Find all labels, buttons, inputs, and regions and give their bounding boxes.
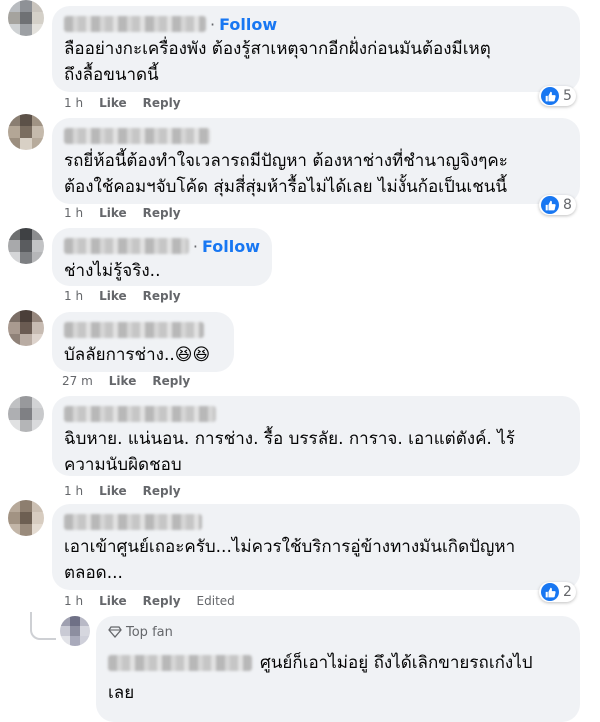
timestamp[interactable]: 1 h — [64, 96, 83, 110]
reaction-count[interactable]: 8 — [539, 195, 576, 215]
commenter-name[interactable] — [64, 128, 210, 144]
comment-bubble: รถยี่ห้อนี้ต้องทำใจเวลารถมีปัญหา ต้องหาช… — [52, 118, 580, 204]
avatar[interactable] — [8, 114, 44, 150]
commenter-name[interactable] — [64, 238, 189, 254]
thumbs-up-icon — [541, 583, 559, 601]
timestamp[interactable]: 27 m — [62, 374, 93, 388]
like-button[interactable]: Like — [99, 206, 127, 220]
reply-button[interactable]: Reply — [143, 206, 181, 220]
avatar[interactable] — [8, 396, 44, 432]
comment-meta: 27 m Like Reply — [62, 374, 190, 388]
top-fan-badge: Top fan — [108, 622, 568, 642]
timestamp[interactable]: 1 h — [64, 484, 83, 498]
comment-text: บัลลัยการช่าง..😆😆 — [64, 345, 211, 365]
replier-name[interactable] — [108, 655, 252, 671]
reply-button[interactable]: Reply — [152, 374, 190, 388]
comment-meta: 1 h Like Reply — [64, 96, 181, 110]
comment-text: ฉิบหาย. แน่นอน. การช่าง. รื้อ บรรลัย. กา… — [64, 429, 515, 475]
timestamp[interactable]: 1 h — [64, 594, 83, 608]
commenter-name[interactable] — [64, 406, 216, 422]
comment-bubble: · Follow ช่างไม่รู้จริง.. — [52, 228, 272, 286]
avatar[interactable] — [8, 500, 44, 536]
commenter-name[interactable] — [64, 16, 206, 32]
like-button[interactable]: Like — [109, 374, 137, 388]
reply-text: ศูนย์ก็เอาไม่อยู่ ถึงได้เลิกขายรถเก๋งไป … — [108, 653, 533, 703]
edited-label: Edited — [196, 594, 235, 608]
thumbs-up-icon — [541, 87, 559, 105]
comment-meta: 1 h Like Reply — [64, 289, 181, 303]
comment-bubble: · Follow ลืออย่างกะเครื่องพัง ต้องรู้สาเ… — [52, 6, 580, 92]
avatar[interactable] — [8, 0, 44, 36]
thread-line — [30, 612, 56, 640]
thumbs-up-icon — [541, 196, 559, 214]
reaction-count[interactable]: 5 — [539, 86, 576, 106]
comment-meta: 1 h Like Reply — [64, 206, 181, 220]
comment-bubble: เอาเข้าศูนย์เถอะครับ...ไม่ควรใช้บริการอู… — [52, 504, 580, 590]
avatar[interactable] — [8, 310, 44, 346]
like-button[interactable]: Like — [99, 289, 127, 303]
reply-button[interactable]: Reply — [143, 289, 181, 303]
like-button[interactable]: Like — [99, 96, 127, 110]
comment-meta: 1 h Like Reply — [64, 484, 181, 498]
avatar[interactable] — [8, 228, 44, 264]
reply-bubble: Top fan ศูนย์ก็เอาไม่อยู่ ถึงได้เลิกขายร… — [96, 616, 580, 722]
like-button[interactable]: Like — [99, 484, 127, 498]
commenter-name[interactable] — [64, 514, 202, 530]
reaction-count[interactable]: 2 — [539, 582, 576, 602]
follow-button[interactable]: Follow — [202, 237, 260, 256]
avatar[interactable] — [60, 616, 90, 646]
like-button[interactable]: Like — [99, 594, 127, 608]
comment-text: เอาเข้าศูนย์เถอะครับ...ไม่ควรใช้บริการอู… — [64, 537, 516, 583]
reply-button[interactable]: Reply — [143, 594, 181, 608]
comment-bubble: ฉิบหาย. แน่นอน. การช่าง. รื้อ บรรลัย. กา… — [52, 396, 580, 476]
commenter-name[interactable] — [64, 322, 204, 338]
reply-button[interactable]: Reply — [143, 484, 181, 498]
comment-meta: 1 h Like Reply Edited — [64, 594, 235, 608]
diamond-icon — [108, 626, 122, 638]
timestamp[interactable]: 1 h — [64, 206, 83, 220]
comment-text: ลืออย่างกะเครื่องพัง ต้องรู้สาเหตุจากอีก… — [64, 39, 491, 85]
follow-button[interactable]: Follow — [219, 15, 277, 34]
comment-text: ช่างไม่รู้จริง.. — [64, 261, 161, 281]
reply-button[interactable]: Reply — [143, 96, 181, 110]
comment-text: รถยี่ห้อนี้ต้องทำใจเวลารถมีปัญหา ต้องหาช… — [64, 151, 508, 197]
timestamp[interactable]: 1 h — [64, 289, 83, 303]
comment-bubble: บัลลัยการช่าง..😆😆 — [52, 312, 234, 372]
